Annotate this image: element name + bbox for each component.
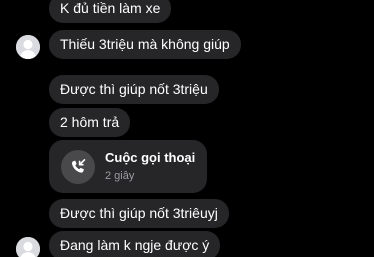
message-text: K đủ tiền làm xe xyxy=(60,0,161,16)
call-title: Cuộc gọi thoại xyxy=(105,150,196,165)
voice-call-card[interactable]: Cuộc gọi thoại 2 giây xyxy=(49,140,207,193)
message-bubble[interactable]: K đủ tiền làm xe xyxy=(49,0,172,23)
message-bubble[interactable]: Đang làm k ngje được ý xyxy=(49,231,221,257)
message-bubble[interactable]: Được thì giúp nốt 3triệu xyxy=(49,75,219,104)
message-text: Thiếu 3triệu mà không giúp xyxy=(60,36,230,52)
avatar[interactable] xyxy=(16,237,40,257)
missed-call-icon xyxy=(71,159,86,173)
message-bubble[interactable]: 2 hôm trả xyxy=(49,108,131,137)
person-icon xyxy=(16,35,40,59)
message-text: Được thì giúp nốt 3triệu xyxy=(60,81,208,97)
person-icon xyxy=(16,237,40,257)
chat-screen: K đủ tiền làm xe Thiếu 3triệu mà không g… xyxy=(0,0,374,257)
message-bubble[interactable]: Thiếu 3triệu mà không giúp xyxy=(49,30,241,59)
avatar[interactable] xyxy=(16,35,40,59)
message-text: 2 hôm trả xyxy=(60,114,120,130)
call-duration: 2 giây xyxy=(105,170,135,182)
call-icon-circle xyxy=(61,150,95,184)
message-bubble[interactable]: Được thì giúp nốt 3triêuyj xyxy=(49,199,229,228)
message-text: Được thì giúp nốt 3triêuyj xyxy=(60,205,218,221)
message-text: Đang làm k ngje được ý xyxy=(60,237,210,253)
